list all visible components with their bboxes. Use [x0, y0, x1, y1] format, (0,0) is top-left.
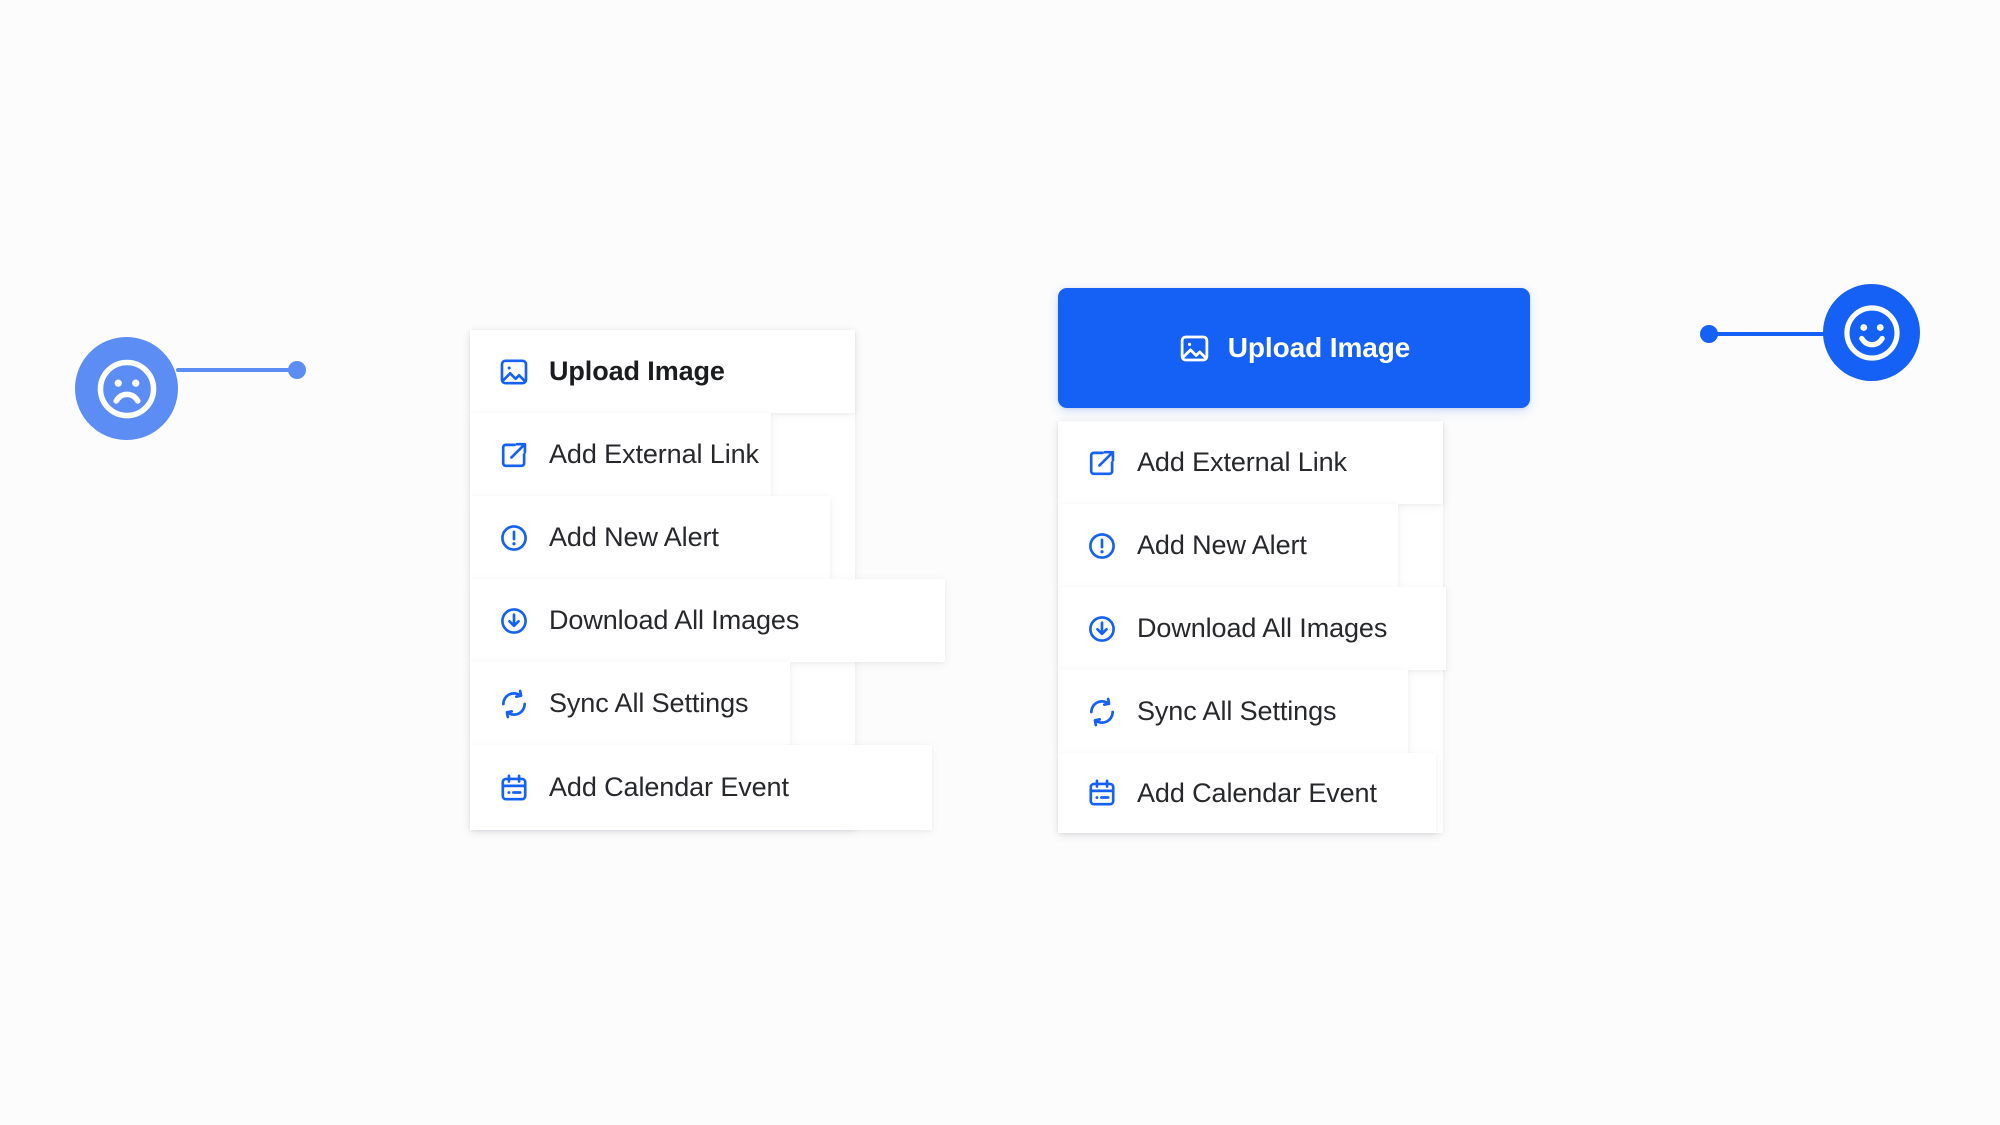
sync-icon [498, 688, 530, 720]
before-menu-item-label: Add External Link [549, 439, 759, 469]
after-menu-item-label: Sync All Settings [1137, 696, 1337, 726]
after-menu-item-label: Add New Alert [1137, 530, 1307, 560]
before-menu-item-sync-all-settings[interactable]: Sync All Settings [498, 662, 749, 745]
before-menu-item-label: Add Calendar Event [549, 772, 789, 802]
download-circle-icon [498, 605, 530, 637]
after-menu-item-label: Download All Images [1137, 613, 1388, 643]
smiling-face-icon [1843, 304, 1900, 361]
after-menu-item-download-all-images[interactable]: Download All Images [1086, 587, 1387, 670]
smiling-face-marker [1823, 284, 1920, 381]
after-menu-item-add-calendar-event[interactable]: Add Calendar Event [1086, 753, 1377, 833]
download-circle-icon [1086, 613, 1118, 645]
frowning-marker-connector-dot [288, 361, 306, 379]
after-menu-item-add-new-alert[interactable]: Add New Alert [1086, 504, 1307, 587]
frowning-face-marker [75, 337, 178, 440]
before-menu-item-label: Upload Image [549, 356, 725, 386]
upload-image-cta-button[interactable]: Upload Image [1058, 288, 1530, 408]
sync-icon [1086, 696, 1118, 728]
before-panel: Upload Image Add External Link Add New A… [470, 330, 945, 830]
after-panel: Upload Image Add External Link Add New A… [1058, 288, 1578, 833]
calendar-icon [498, 772, 530, 804]
external-link-icon [1086, 447, 1118, 479]
canvas: Upload Image Add External Link Add New A… [0, 0, 2000, 1125]
before-menu-item-download-all-images[interactable]: Download All Images [498, 579, 799, 662]
before-menu-item-label: Add New Alert [549, 522, 719, 552]
external-link-icon [498, 439, 530, 471]
before-menu-item-add-calendar-event[interactable]: Add Calendar Event [498, 745, 789, 830]
before-menu-item-label: Sync All Settings [549, 688, 749, 718]
alert-circle-icon [498, 522, 530, 554]
image-icon [1178, 332, 1211, 365]
image-icon [498, 356, 530, 388]
before-menu-item-add-new-alert[interactable]: Add New Alert [498, 496, 719, 579]
upload-image-cta-label: Upload Image [1227, 332, 1411, 363]
alert-circle-icon [1086, 530, 1118, 562]
frowning-marker-connector-line [176, 368, 298, 372]
smiling-marker-connector-line [1709, 332, 1831, 336]
calendar-icon [1086, 777, 1118, 809]
frowning-face-icon [97, 359, 156, 418]
after-menu-item-add-external-link[interactable]: Add External Link [1086, 421, 1347, 504]
after-menu-item-label: Add External Link [1137, 447, 1347, 477]
before-menu-item-label: Download All Images [549, 605, 800, 635]
after-menu-item-label: Add Calendar Event [1137, 777, 1377, 808]
before-menu-item-upload-image[interactable]: Upload Image [498, 330, 725, 413]
before-menu-item-add-external-link[interactable]: Add External Link [498, 413, 759, 496]
after-menu-item-sync-all-settings[interactable]: Sync All Settings [1086, 670, 1337, 753]
